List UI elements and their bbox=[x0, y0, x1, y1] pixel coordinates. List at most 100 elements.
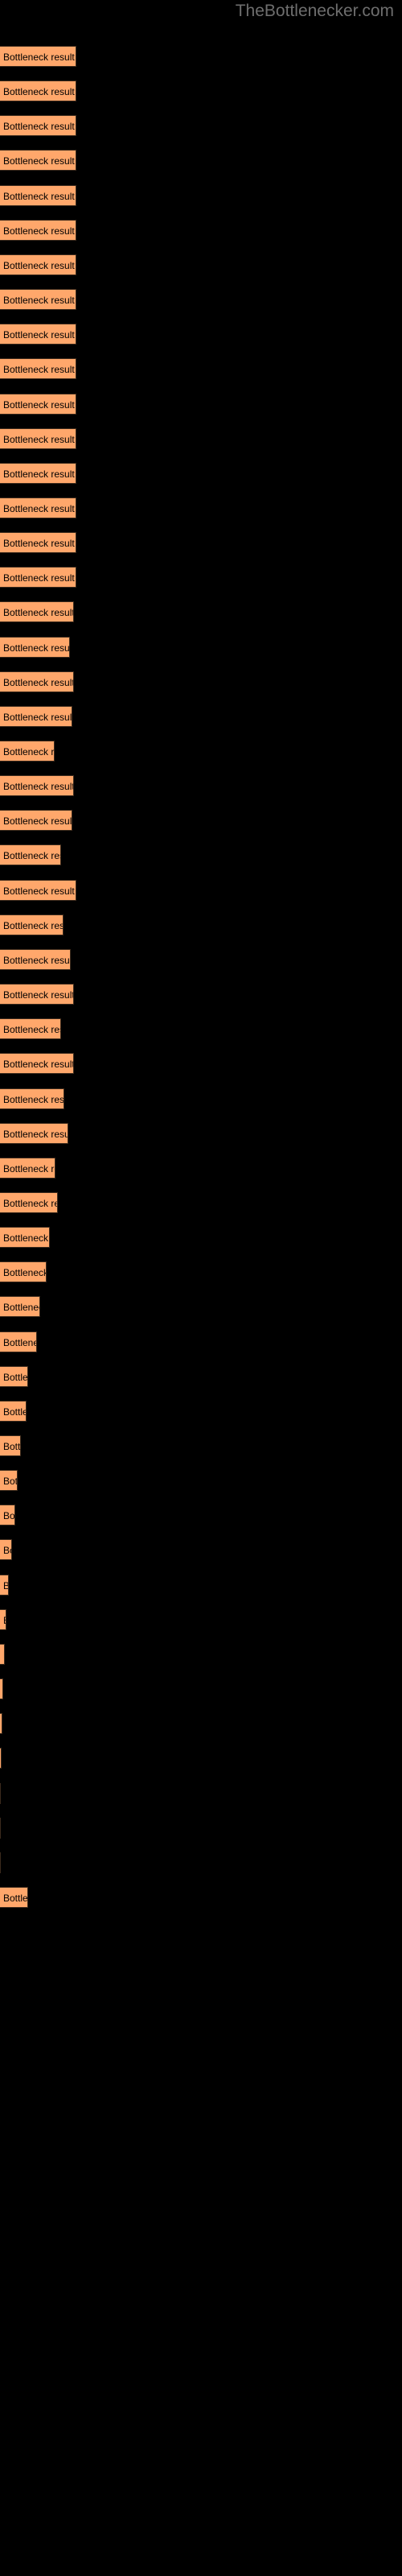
bar: Bottleneck result bbox=[0, 1331, 37, 1352]
bar: Bottleneck result bbox=[0, 1088, 64, 1109]
bar-label: Bottleneck result bbox=[3, 989, 74, 1001]
bar: Bottleneck result bbox=[0, 1886, 28, 1908]
bar: Bottleneck result bbox=[0, 1157, 55, 1179]
bar: Bottleneck result bbox=[0, 914, 64, 935]
bar-label: Bottleneck result bbox=[3, 190, 75, 202]
bar-label: Bottleneck result bbox=[3, 1371, 28, 1383]
bar-label: Bottleneck result bbox=[3, 781, 74, 793]
bar-label: Bottleneck result bbox=[3, 1128, 68, 1140]
bar: Bottleneck result bbox=[0, 1608, 6, 1630]
bar: Bottleneck result bbox=[0, 46, 76, 67]
bar-label: Bottleneck result bbox=[3, 1336, 36, 1348]
bar: Bottleneck result bbox=[0, 567, 76, 588]
bar: Bottleneck result bbox=[0, 150, 76, 171]
bar: Bottleneck result bbox=[0, 497, 76, 518]
bar: Bottleneck result bbox=[0, 1365, 28, 1387]
bar: Bottleneck result bbox=[0, 358, 76, 380]
bar: Bottleneck result bbox=[0, 601, 74, 623]
bar-label: Bottleneck result bbox=[3, 954, 71, 966]
bar: Bottleneck result bbox=[0, 254, 76, 275]
bar: Bottleneck result bbox=[0, 1435, 21, 1456]
bar: Bottleneck result bbox=[0, 115, 76, 137]
bar-label: Bottleneck result bbox=[3, 1441, 21, 1452]
bar: Bottleneck result bbox=[0, 1539, 12, 1561]
bar: Bottleneck result bbox=[0, 219, 76, 241]
bar: Bottleneck result bbox=[0, 1227, 50, 1249]
bar: Bottleneck result bbox=[0, 1713, 2, 1735]
bar: Bottleneck result bbox=[0, 1261, 47, 1283]
bar-label: Bottleneck result bbox=[3, 225, 75, 237]
bar-label: Bottleneck result bbox=[3, 155, 75, 167]
bar: Bottleneck result bbox=[0, 1817, 1, 1839]
bar-label: Bottleneck result bbox=[3, 1059, 74, 1071]
bar-label: Bottleneck result bbox=[3, 1892, 28, 1904]
bar: Bottleneck result bbox=[0, 1053, 74, 1075]
bar-label: Bottleneck result bbox=[3, 1302, 39, 1314]
bar-label: Bottleneck result bbox=[3, 398, 75, 411]
bar-label: Bottleneck result bbox=[3, 1406, 26, 1418]
bar: Bottleneck result bbox=[0, 1296, 40, 1318]
bar: Bottleneck result bbox=[0, 1122, 68, 1144]
bar: Bottleneck result bbox=[0, 532, 76, 554]
bar: Bottleneck result bbox=[0, 462, 76, 484]
bar-label: Bottleneck result bbox=[3, 711, 72, 723]
bar-label: Bottleneck result bbox=[3, 1575, 8, 1595]
bar-label: Bottleneck result bbox=[3, 1024, 60, 1036]
bar: Bottleneck result bbox=[0, 1505, 15, 1526]
bar: Bottleneck result bbox=[0, 1852, 1, 1873]
bar: Bottleneck result bbox=[0, 1748, 2, 1769]
bar-label: Bottleneck result bbox=[3, 538, 75, 550]
bar-label: Bottleneck result bbox=[3, 1093, 64, 1105]
bottleneck-chart: TheBottlenecker.com Bottleneck result Bot… bbox=[0, 0, 402, 2576]
bar: Bottleneck result bbox=[0, 289, 76, 311]
bar-label: Bottleneck result bbox=[3, 1232, 49, 1245]
bar: Bottleneck result bbox=[0, 775, 74, 797]
bar-label: Bottleneck result bbox=[3, 850, 60, 862]
bar-label: Bottleneck result bbox=[3, 676, 74, 688]
bar-label: Bottleneck result bbox=[3, 1545, 11, 1557]
bar: Bottleneck result bbox=[0, 80, 76, 102]
bar-label: Bottleneck result bbox=[3, 746, 55, 758]
bar-label: Bottleneck result bbox=[3, 1162, 55, 1174]
bar: Bottleneck result bbox=[0, 636, 70, 658]
bar: Bottleneck result bbox=[0, 705, 72, 727]
bar-label: Bottleneck result bbox=[3, 885, 75, 897]
bar: Bottleneck result bbox=[0, 810, 72, 832]
bar: Bottleneck result bbox=[0, 1643, 5, 1665]
bar-label: Bottleneck result bbox=[3, 572, 75, 584]
bar-label: Bottleneck result bbox=[3, 815, 72, 828]
bar: Bottleneck result bbox=[0, 1678, 3, 1700]
bar-label: Bottleneck result bbox=[3, 52, 75, 63]
bar-label: Bottleneck result bbox=[3, 1267, 47, 1279]
bar: Bottleneck result bbox=[0, 879, 76, 901]
bar-label: Bottleneck result bbox=[3, 468, 75, 480]
bar-label: Bottleneck result bbox=[3, 502, 75, 514]
bar-label: Bottleneck result bbox=[3, 919, 64, 931]
bar: Bottleneck result bbox=[0, 1400, 27, 1422]
bar-label: Bottleneck result bbox=[3, 364, 75, 376]
bar-label: Bottleneck result bbox=[3, 1197, 57, 1209]
bar: Bottleneck result bbox=[0, 427, 76, 449]
bar: Bottleneck result bbox=[0, 1470, 18, 1492]
bar-label: Bottleneck result bbox=[3, 329, 75, 341]
bar: Bottleneck result bbox=[0, 741, 55, 762]
page-title: TheBottlenecker.com bbox=[235, 2, 394, 20]
bar: Bottleneck result bbox=[0, 184, 76, 206]
bar-label: Bottleneck result bbox=[3, 607, 74, 619]
bar-label: Bottleneck result bbox=[3, 121, 75, 133]
bar: Bottleneck result bbox=[0, 1018, 61, 1040]
bar: Bottleneck result bbox=[0, 984, 74, 1005]
bar-label: Bottleneck result bbox=[3, 1476, 18, 1488]
bar: Bottleneck result bbox=[0, 324, 76, 345]
bar: Bottleneck result bbox=[0, 948, 71, 970]
bar-label: Bottleneck result bbox=[3, 295, 75, 307]
bar-label: Bottleneck result bbox=[3, 642, 70, 654]
bar-label: Bottleneck result bbox=[3, 1610, 6, 1629]
bar-label: Bottleneck result bbox=[3, 433, 75, 445]
bar-label: Bottleneck result bbox=[3, 1645, 4, 1664]
bar-label: Bottleneck result bbox=[3, 1510, 15, 1522]
bar: Bottleneck result bbox=[0, 671, 74, 692]
bar: Bottleneck result bbox=[0, 1574, 9, 1596]
bar: Bottleneck result bbox=[0, 1191, 58, 1213]
bar-label: Bottleneck result bbox=[3, 259, 75, 271]
